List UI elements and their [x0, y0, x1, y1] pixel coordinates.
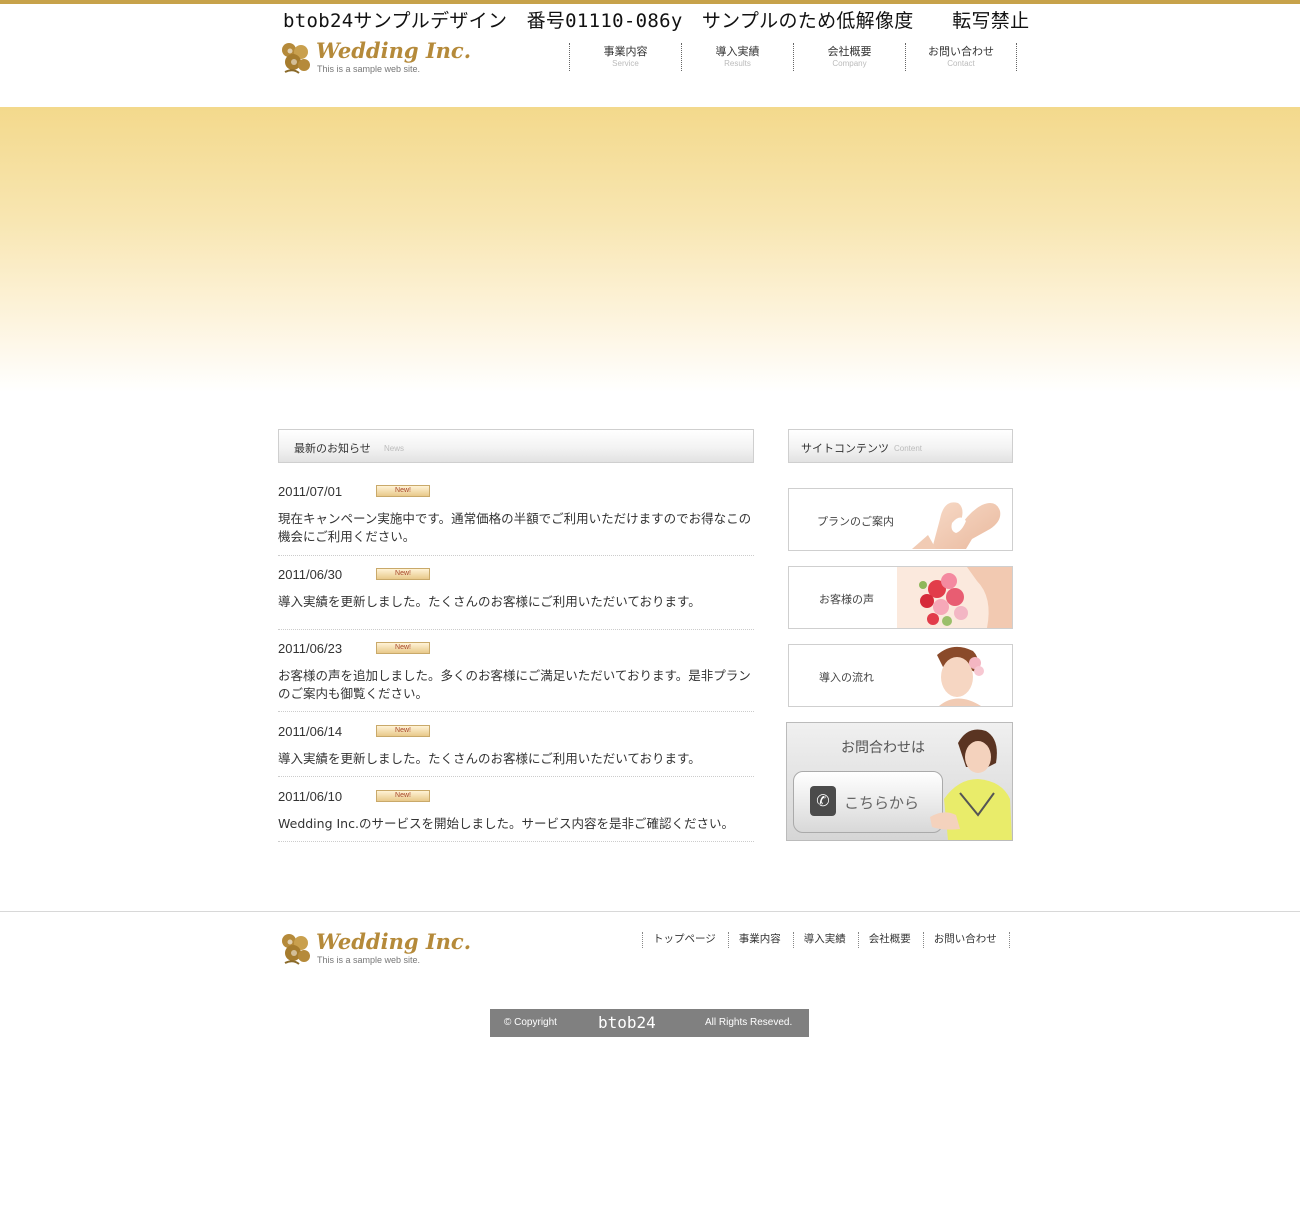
footer-logo[interactable]: Wedding Inc. This is a sample web site. [279, 929, 471, 969]
news-text[interactable]: お客様の声を追加しました。多くのお客様にご満足いただいております。是非プランのご… [278, 667, 754, 703]
footer-nav-contact[interactable]: お問い合わせ [922, 932, 1010, 948]
nav-label: 事業内容 [603, 45, 648, 58]
news-date: 2011/07/01 [278, 484, 343, 499]
watermark-text: btob24サンプルデザイン 番号01110-086y サンプルのため低解像度 … [283, 10, 1030, 32]
news-date: 2011/06/23 [278, 641, 343, 656]
news-item: 2011/06/23 New! お客様の声を追加しました。多くのお客様にご満足い… [278, 639, 754, 712]
news-date: 2011/06/14 [278, 724, 343, 739]
nav-sublabel: Company [832, 59, 867, 68]
new-badge: New! [376, 725, 430, 737]
footer-nav: トップページ 事業内容 導入実績 会社概要 お問い合わせ [642, 932, 1010, 948]
contact-title: お問合わせは [841, 740, 925, 756]
banner-label: プランのご案内 [817, 515, 894, 528]
nav-label: 導入実績 [715, 45, 760, 58]
nav-item-company[interactable]: 会社概要 Company [793, 43, 905, 71]
nav-item-service[interactable]: 事業内容 Service [569, 43, 681, 71]
copyright-text: © Copyright [504, 1017, 557, 1028]
plan-banner[interactable]: プランのご案内 [788, 488, 1013, 551]
footer-nav-company[interactable]: 会社概要 [857, 932, 923, 948]
brand-tagline: This is a sample web site. [317, 64, 421, 74]
nav-label: 会社概要 [827, 45, 872, 58]
footer-brand-name: Wedding Inc. [316, 929, 472, 954]
bouquet-image [897, 567, 1012, 628]
new-badge: New! [376, 790, 430, 802]
header-logo[interactable]: Wedding Inc. This is a sample web site. [279, 38, 471, 78]
brand-name: Wedding Inc. [316, 38, 472, 63]
voice-banner[interactable]: お客様の声 [788, 566, 1013, 629]
contact-button-label: こちらから [844, 794, 920, 812]
news-text[interactable]: Wedding Inc.のサービスを開始しました。サービス内容を是非ご確認くださ… [278, 815, 754, 833]
footer-divider [0, 911, 1300, 912]
news-item: 2011/06/30 New! 導入実績を更新しました。たくさんのお客様にご利用… [278, 565, 754, 630]
news-date: 2011/06/10 [278, 789, 343, 804]
news-section-heading: 最新のお知らせ News [278, 429, 754, 463]
hero-banner [0, 107, 1300, 392]
contact-button[interactable]: ✆ こちらから [793, 771, 943, 833]
flower-logo-icon [282, 43, 310, 74]
footer-nav-results[interactable]: 導入実績 [792, 932, 858, 948]
contact-banner[interactable]: お問合わせは ✆ こちらから [786, 722, 1013, 841]
bride-image [917, 645, 1012, 706]
news-item: 2011/06/10 New! Wedding Inc.のサービスを開始しました… [278, 787, 754, 842]
sidebar-title-en: Content [894, 444, 923, 453]
operator-woman-image [930, 729, 1012, 840]
phone-icon: ✆ [810, 786, 836, 816]
news-text[interactable]: 導入実績を更新しました。たくさんのお客様にご利用いただいております。 [278, 750, 754, 768]
nav-item-contact[interactable]: お問い合わせ Contact [905, 43, 1017, 71]
new-badge: New! [376, 642, 430, 654]
rights-text: All Rights Reseved. [705, 1017, 793, 1028]
sidebar-title: サイトコンテンツ [801, 442, 889, 455]
news-date: 2011/06/30 [278, 567, 343, 582]
nav-sublabel: Results [724, 59, 751, 68]
banner-label: 導入の流れ [819, 671, 874, 684]
news-text[interactable]: 導入実績を更新しました。たくさんのお客様にご利用いただいております。 [278, 593, 754, 611]
news-item: 2011/06/14 New! 導入実績を更新しました。たくさんのお客様にご利用… [278, 722, 754, 777]
copyright-bar: © Copyright btob24 All Rights Reseved. [490, 1009, 809, 1037]
copyright-owner: btob24 [598, 1013, 656, 1032]
footer-nav-top[interactable]: トップページ [642, 932, 728, 948]
new-badge: New! [376, 485, 430, 497]
nav-sublabel: Contact [947, 59, 975, 68]
footer-nav-service[interactable]: 事業内容 [727, 932, 793, 948]
footer-brand-tagline: This is a sample web site. [317, 955, 421, 965]
new-badge: New! [376, 568, 430, 580]
top-accent-line [0, 0, 1300, 4]
nav-sublabel: Service [612, 59, 639, 68]
news-title-en: News [384, 444, 405, 453]
global-nav: 事業内容 Service 導入実績 Results 会社概要 Company お… [569, 43, 1019, 71]
flower-logo-icon [282, 934, 310, 965]
nav-item-results[interactable]: 導入実績 Results [681, 43, 793, 71]
news-item: 2011/07/01 New! 現在キャンペーン実施中です。通常価格の半額でご利… [278, 482, 754, 556]
banner-label: お客様の声 [819, 593, 874, 606]
news-list: 2011/07/01 New! 現在キャンペーン実施中です。通常価格の半額でご利… [278, 482, 754, 842]
news-title: 最新のお知らせ [294, 442, 371, 455]
news-text[interactable]: 現在キャンペーン実施中です。通常価格の半額でご利用いただけますのでお得なこの機会… [278, 510, 754, 546]
flow-banner[interactable]: 導入の流れ [788, 644, 1013, 707]
sidebar-heading: サイトコンテンツ Content [788, 429, 1013, 463]
hands-heart-image [912, 502, 1001, 549]
nav-label: お問い合わせ [928, 45, 994, 58]
